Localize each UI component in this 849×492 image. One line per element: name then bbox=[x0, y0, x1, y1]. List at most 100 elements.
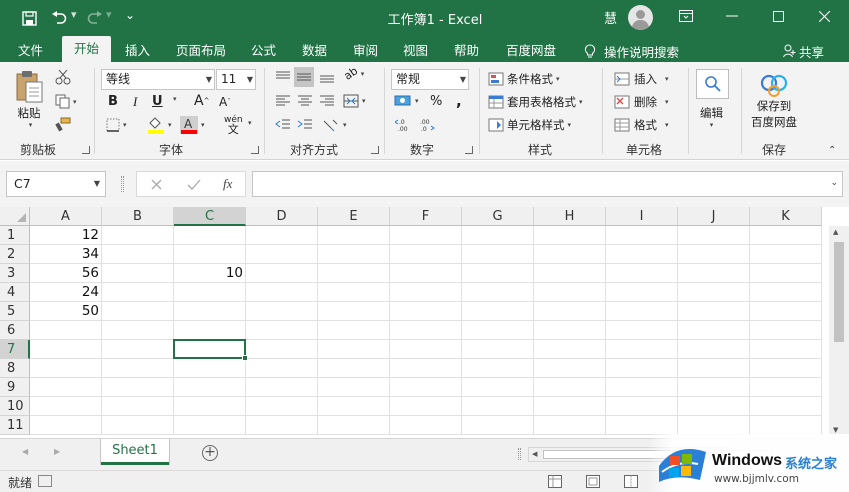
column-header-i[interactable]: I bbox=[606, 207, 678, 226]
underline-button[interactable]: U bbox=[152, 94, 163, 109]
row-header-4[interactable]: 4 bbox=[0, 283, 30, 302]
column-header-a[interactable]: A bbox=[30, 207, 102, 226]
bold-button[interactable]: B bbox=[108, 94, 118, 109]
formula-input[interactable]: ⌄ bbox=[252, 171, 843, 197]
user-name[interactable]: 慧 bbox=[604, 8, 617, 27]
share-button[interactable]: 共享 bbox=[783, 40, 824, 62]
tell-me-search[interactable]: 操作说明搜索 bbox=[584, 40, 679, 62]
active-cell-border[interactable] bbox=[173, 339, 246, 359]
row-header-11[interactable]: 11 bbox=[0, 416, 30, 435]
copy-button[interactable]: ▾ bbox=[55, 94, 77, 109]
number-format-combo[interactable]: 常规 ▼ bbox=[391, 69, 469, 90]
comma-style-button[interactable]: , bbox=[456, 92, 462, 110]
paste-button[interactable]: 粘贴 ▾ bbox=[14, 70, 44, 129]
insert-cells-button[interactable]: 插入 ▾ bbox=[614, 71, 669, 87]
row-header-6[interactable]: 6 bbox=[0, 321, 30, 340]
row-header-10[interactable]: 10 bbox=[0, 397, 30, 416]
row-header-7[interactable]: 7 bbox=[0, 340, 30, 359]
tab-page-layout[interactable]: 页面布局 bbox=[176, 40, 226, 62]
align-left-button[interactable] bbox=[275, 94, 291, 108]
page-layout-view-icon[interactable] bbox=[586, 475, 600, 488]
top-align-button[interactable] bbox=[275, 70, 291, 84]
ribbon-display-options-button[interactable] bbox=[663, 0, 709, 32]
italic-button[interactable]: I bbox=[133, 94, 137, 110]
macro-recording-icon[interactable] bbox=[38, 475, 52, 487]
name-box-splitter[interactable] bbox=[121, 176, 124, 192]
fill-handle[interactable] bbox=[242, 355, 248, 361]
tab-review[interactable]: 审阅 bbox=[353, 40, 378, 62]
tab-formulas[interactable]: 公式 bbox=[251, 40, 276, 62]
phonetic-button[interactable]: wén 文 bbox=[224, 116, 243, 136]
font-launcher-icon[interactable] bbox=[251, 146, 259, 154]
column-header-g[interactable]: G bbox=[462, 207, 534, 226]
customize-qat-icon[interactable]: ⌄ bbox=[125, 8, 135, 22]
font-size-combo[interactable]: 11 ▼ bbox=[216, 69, 256, 90]
undo-dropdown-icon[interactable]: ▾ bbox=[71, 8, 77, 21]
vertical-scroll-thumb[interactable] bbox=[834, 242, 844, 342]
sheet-tab-sheet1[interactable]: Sheet1 bbox=[101, 439, 169, 465]
middle-align-button[interactable] bbox=[294, 67, 314, 87]
close-button[interactable] bbox=[801, 0, 847, 32]
row-header-9[interactable]: 9 bbox=[0, 378, 30, 397]
row-header-8[interactable]: 8 bbox=[0, 359, 30, 378]
tab-insert[interactable]: 插入 bbox=[125, 40, 150, 62]
bottom-align-button[interactable] bbox=[319, 70, 335, 84]
orientation-button[interactable]: ab ▾ bbox=[342, 64, 365, 83]
redo-icon[interactable] bbox=[86, 9, 104, 27]
fill-color-button[interactable]: ▾ bbox=[147, 116, 172, 134]
column-header-b[interactable]: B bbox=[102, 207, 174, 226]
align-center-button[interactable] bbox=[297, 94, 313, 108]
borders-button[interactable]: ▾ bbox=[106, 118, 127, 132]
format-painter-button[interactable] bbox=[55, 117, 71, 132]
column-header-d[interactable]: D bbox=[246, 207, 318, 226]
font-color-button[interactable]: A ▾ bbox=[180, 116, 205, 134]
row-header-3[interactable]: 3 bbox=[0, 264, 30, 283]
find-select-button[interactable] bbox=[696, 69, 729, 99]
scroll-left-icon[interactable]: ◀ bbox=[532, 450, 537, 458]
editing-button[interactable]: 编辑 ▾ bbox=[700, 105, 723, 129]
cell-a2[interactable]: 34 bbox=[30, 245, 99, 264]
column-header-k[interactable]: K bbox=[750, 207, 822, 226]
sheet-next-icon[interactable]: ▶ bbox=[54, 447, 60, 456]
cut-button[interactable] bbox=[55, 70, 71, 85]
increase-decimal-button[interactable]: .0.00 bbox=[395, 118, 413, 132]
delete-cells-button[interactable]: 删除 ▾ bbox=[614, 94, 669, 110]
decrease-indent-button[interactable] bbox=[275, 118, 291, 132]
maximize-button[interactable] bbox=[755, 0, 801, 32]
grow-font-button[interactable]: A ^ bbox=[194, 93, 209, 109]
cancel-icon[interactable] bbox=[151, 179, 162, 190]
number-launcher-icon[interactable] bbox=[465, 146, 473, 154]
format-cells-button[interactable]: 格式 ▾ bbox=[614, 117, 669, 133]
vertical-scrollbar[interactable]: ▲ ▼ bbox=[829, 226, 849, 438]
select-all-button[interactable] bbox=[0, 207, 30, 226]
undo-icon[interactable] bbox=[50, 9, 68, 27]
paste-dropdown-icon[interactable]: ▾ bbox=[29, 121, 33, 129]
page-break-view-icon[interactable] bbox=[624, 475, 638, 488]
cell-a3[interactable]: 56 bbox=[30, 264, 99, 283]
redo-dropdown-icon[interactable]: ▾ bbox=[106, 8, 112, 21]
cell-styles-button[interactable]: 单元格样式 ▾ bbox=[488, 117, 571, 133]
format-as-table-button[interactable]: 套用表格格式 ▾ bbox=[488, 94, 583, 110]
conditional-formatting-button[interactable]: 条件格式 ▾ bbox=[488, 71, 560, 87]
collapse-ribbon-icon[interactable]: ⌃ bbox=[828, 145, 836, 156]
insert-function-icon[interactable]: fx bbox=[223, 176, 232, 192]
shrink-font-button[interactable]: Aˇ bbox=[219, 95, 231, 109]
add-sheet-icon[interactable]: + bbox=[202, 445, 218, 461]
clipboard-launcher-icon[interactable] bbox=[82, 146, 90, 154]
minimize-button[interactable] bbox=[709, 0, 755, 32]
accounting-format-button[interactable]: ▾ bbox=[394, 94, 419, 108]
row-header-5[interactable]: 5 bbox=[0, 302, 30, 321]
cell-a1[interactable]: 12 bbox=[30, 226, 99, 245]
expand-formula-bar-icon[interactable]: ⌄ bbox=[830, 178, 838, 188]
tab-data[interactable]: 数据 bbox=[302, 40, 327, 62]
tab-file[interactable]: 文件 bbox=[18, 40, 43, 62]
save-to-baidu-button[interactable]: 保存到 百度网盘 bbox=[748, 72, 800, 130]
underline-dropdown-icon[interactable]: ▾ bbox=[170, 95, 177, 103]
column-header-c[interactable]: C bbox=[174, 207, 246, 226]
name-box[interactable]: C7 ▼ bbox=[6, 171, 106, 197]
cell-a5[interactable]: 50 bbox=[30, 302, 99, 321]
sheet-prev-icon[interactable]: ◀ bbox=[22, 447, 28, 456]
cell-a4[interactable]: 24 bbox=[30, 283, 99, 302]
font-name-combo[interactable]: 等线 ▼ bbox=[101, 69, 215, 90]
decrease-decimal-button[interactable]: .00.0 bbox=[418, 118, 436, 132]
